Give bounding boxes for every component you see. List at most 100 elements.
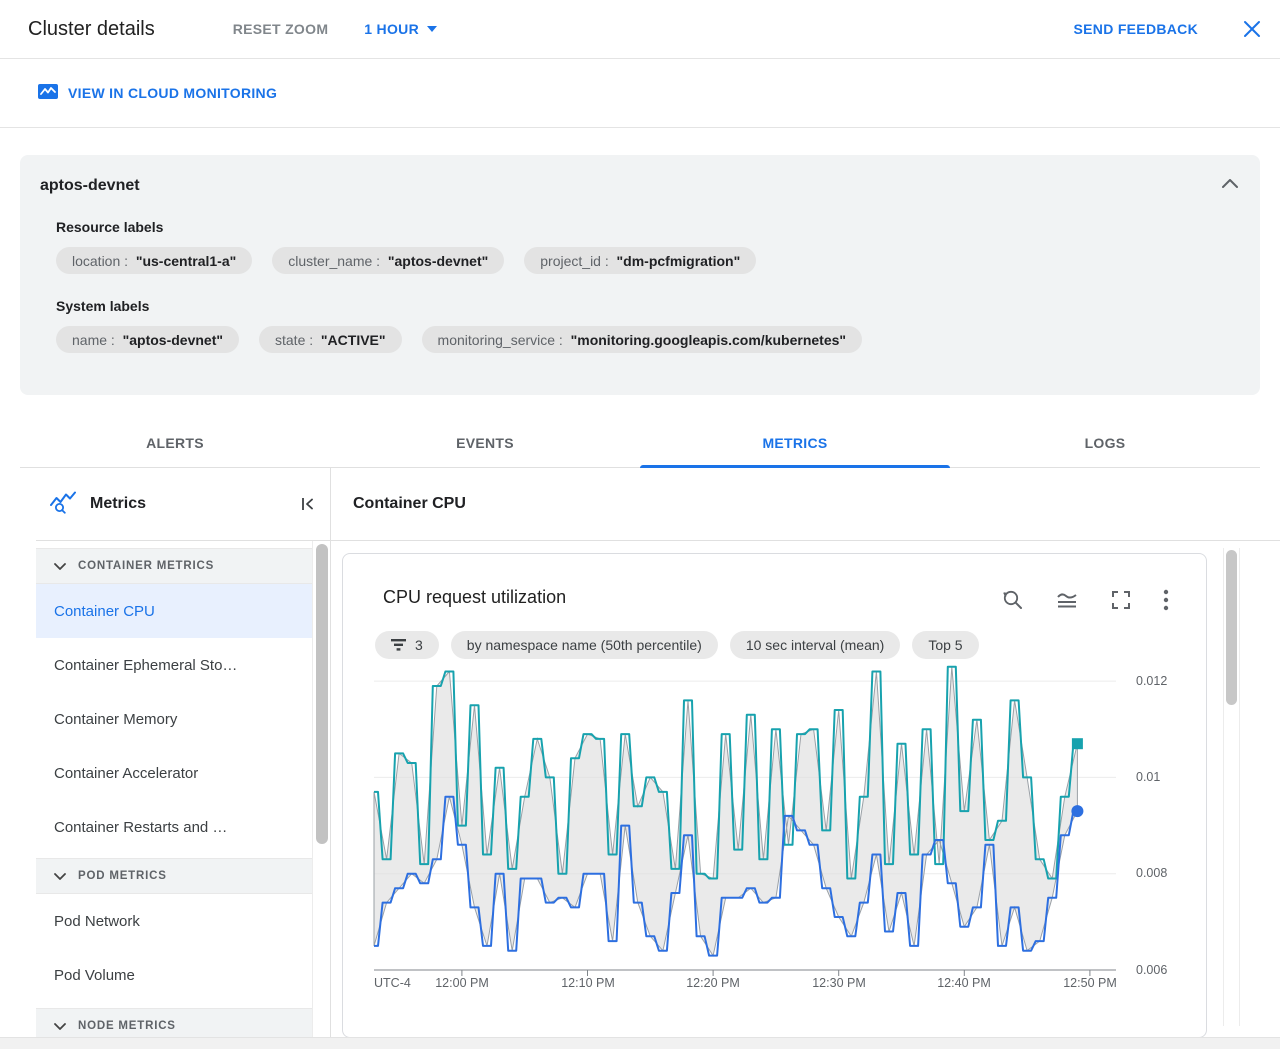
system-labels-row: name"aptos-devnet" state"ACTIVE" monitor… [56, 326, 1240, 353]
area-chart-icon[interactable] [1055, 588, 1079, 612]
sidebar-item-container-memory[interactable]: Container Memory [36, 692, 313, 746]
resource-labels-title: Resource labels [56, 219, 164, 235]
header: Cluster details RESET ZOOM 1 HOUR SEND F… [0, 0, 1280, 59]
view-in-cloud-monitoring-label: VIEW IN CLOUD MONITORING [68, 85, 278, 101]
collapse-sidebar-icon[interactable] [300, 496, 316, 512]
more-options-icon[interactable] [1163, 588, 1169, 612]
reset-zoom-button[interactable]: RESET ZOOM [233, 21, 329, 37]
chevron-down-icon [54, 872, 66, 880]
sidebar-body: CONTAINER METRICS Container CPU Containe… [36, 541, 330, 1040]
x-axis-tick: 12:00 PM [435, 976, 489, 990]
filter-icon [391, 639, 406, 651]
resource-labels-row: location"us-central1-a" cluster_name"apt… [56, 247, 1240, 274]
time-range-dropdown[interactable]: 1 HOUR [364, 21, 437, 37]
metrics-content: Metrics CONTAINER METRICS Container CPU … [36, 468, 1280, 1040]
label-chip-name[interactable]: name"aptos-devnet" [56, 326, 239, 353]
chip-value: "aptos-devnet" [122, 331, 223, 348]
chevron-down-icon [426, 26, 437, 32]
chip-value: "ACTIVE" [320, 331, 386, 348]
cluster-summary-card: aptos-devnet Resource labels location"us… [20, 155, 1260, 395]
filter-count-chip[interactable]: 3 [375, 631, 439, 659]
chip-value: "us-central1-a" [135, 252, 237, 269]
x-axis-tick: 12:30 PM [812, 976, 866, 990]
view-in-cloud-monitoring-link[interactable]: VIEW IN CLOUD MONITORING [38, 84, 277, 102]
x-axis-tick: 12:20 PM [686, 976, 740, 990]
label-chip-monitoring-service[interactable]: monitoring_service"monitoring.googleapis… [421, 326, 863, 353]
cluster-details-panel: Cluster details RESET ZOOM 1 HOUR SEND F… [0, 0, 1280, 1049]
send-feedback-button[interactable]: SEND FEEDBACK [1074, 21, 1198, 37]
sidebar-item-container-accelerator[interactable]: Container Accelerator [36, 746, 313, 800]
label-chip-cluster-name[interactable]: cluster_name"aptos-devnet" [272, 247, 505, 274]
chip-value: "dm-pcfmigration" [616, 252, 741, 269]
zoom-reset-icon[interactable] [1001, 588, 1025, 612]
x-axis-tick: 12:50 PM [1063, 976, 1117, 990]
sidebar-item-pod-network[interactable]: Pod Network [36, 894, 313, 948]
monitoring-bar: VIEW IN CLOUD MONITORING [0, 59, 1280, 128]
sidebar-title: Metrics [90, 495, 147, 512]
page-bottom-strip [0, 1037, 1280, 1049]
metrics-sidebar: Metrics CONTAINER METRICS Container CPU … [36, 468, 331, 1040]
tab-logs[interactable]: LOGS [950, 420, 1260, 467]
chip-key: monitoring_service [438, 332, 571, 348]
section-pod-metrics[interactable]: POD METRICS [36, 858, 313, 894]
label-chip-state[interactable]: state"ACTIVE" [259, 326, 402, 353]
sidebar-item-pod-volume[interactable]: Pod Volume [36, 948, 313, 1002]
section-container-metrics[interactable]: CONTAINER METRICS [36, 548, 313, 584]
tab-alerts[interactable]: ALERTS [20, 420, 330, 467]
chart-toolbar [1001, 588, 1169, 612]
chart-plot[interactable]: UTC-4 12:00 PM 12:10 PM 12:20 PM 12:30 P… [373, 659, 1167, 990]
x-axis-tick: 12:40 PM [937, 976, 991, 990]
panel-title: Container CPU [331, 468, 1280, 541]
top5-chip[interactable]: Top 5 [912, 631, 979, 659]
fullscreen-icon[interactable] [1109, 588, 1133, 612]
y-axis-tick: 0.01 [1136, 770, 1161, 784]
chart-card: CPU request utilization 3 by namespace n… [342, 553, 1207, 1038]
section-label: POD METRICS [78, 870, 167, 882]
x-axis-tick: 12:10 PM [561, 976, 615, 990]
sidebar-rows: CONTAINER METRICS Container CPU Containe… [36, 548, 313, 1040]
tab-metrics[interactable]: METRICS [640, 420, 950, 468]
metrics-icon [50, 490, 76, 519]
sidebar-scrollbar[interactable] [312, 541, 330, 1040]
chevron-up-icon[interactable] [1222, 175, 1238, 193]
interval-chip[interactable]: 10 sec interval (mean) [729, 631, 901, 659]
label-chip-project-id[interactable]: project_id"dm-pcfmigration" [524, 247, 757, 274]
tab-events[interactable]: EVENTS [330, 420, 640, 467]
sidebar-item-container-cpu[interactable]: Container CPU [36, 584, 313, 638]
sidebar-scrollbar-thumb[interactable] [315, 544, 328, 844]
main-scrollbar[interactable] [1223, 548, 1240, 1026]
cluster-name: aptos-devnet [40, 177, 140, 194]
sidebar-header: Metrics [36, 468, 330, 541]
chip-value: "aptos-devnet" [387, 252, 489, 269]
main-scrollbar-thumb[interactable] [1226, 550, 1237, 705]
close-icon[interactable] [1242, 19, 1262, 39]
chip-key: project_id [540, 253, 616, 269]
y-axis-tick: 0.006 [1136, 963, 1168, 977]
y-axis-tick: 0.008 [1136, 866, 1168, 880]
chip-value: "monitoring.googleapis.com/kubernetes" [570, 331, 847, 348]
chip-key: name [72, 332, 123, 348]
sidebar-item-container-ephemeral-storage[interactable]: Container Ephemeral Sto… [36, 638, 313, 692]
chip-key: cluster_name [288, 253, 388, 269]
section-label: CONTAINER METRICS [78, 560, 215, 572]
monitoring-chart-icon [38, 84, 58, 102]
section-node-metrics[interactable]: NODE METRICS [36, 1008, 313, 1040]
filter-count: 3 [415, 637, 423, 653]
page-title: Cluster details [28, 17, 155, 40]
time-range-label: 1 HOUR [364, 21, 419, 37]
chevron-down-icon [54, 562, 66, 570]
main-panel: Container CPU CPU request utilization 3 … [331, 468, 1280, 1040]
section-label: NODE METRICS [78, 1020, 176, 1032]
chart-canvas[interactable] [373, 659, 1116, 976]
sidebar-item-container-restarts[interactable]: Container Restarts and … [36, 800, 313, 854]
label-chip-location[interactable]: location"us-central1-a" [56, 247, 253, 274]
x-axis-timezone: UTC-4 [374, 976, 411, 990]
tab-bar: ALERTS EVENTS METRICS LOGS [20, 420, 1260, 468]
y-axis-tick: 0.012 [1136, 674, 1168, 688]
groupby-chip[interactable]: by namespace name (50th percentile) [450, 631, 718, 659]
chip-key: state [275, 332, 321, 348]
chevron-down-icon [54, 1022, 66, 1030]
chip-key: location [72, 253, 136, 269]
system-labels-title: System labels [56, 298, 150, 314]
chart-filter-chips: 3 by namespace name (50th percentile) 10… [375, 631, 1206, 659]
